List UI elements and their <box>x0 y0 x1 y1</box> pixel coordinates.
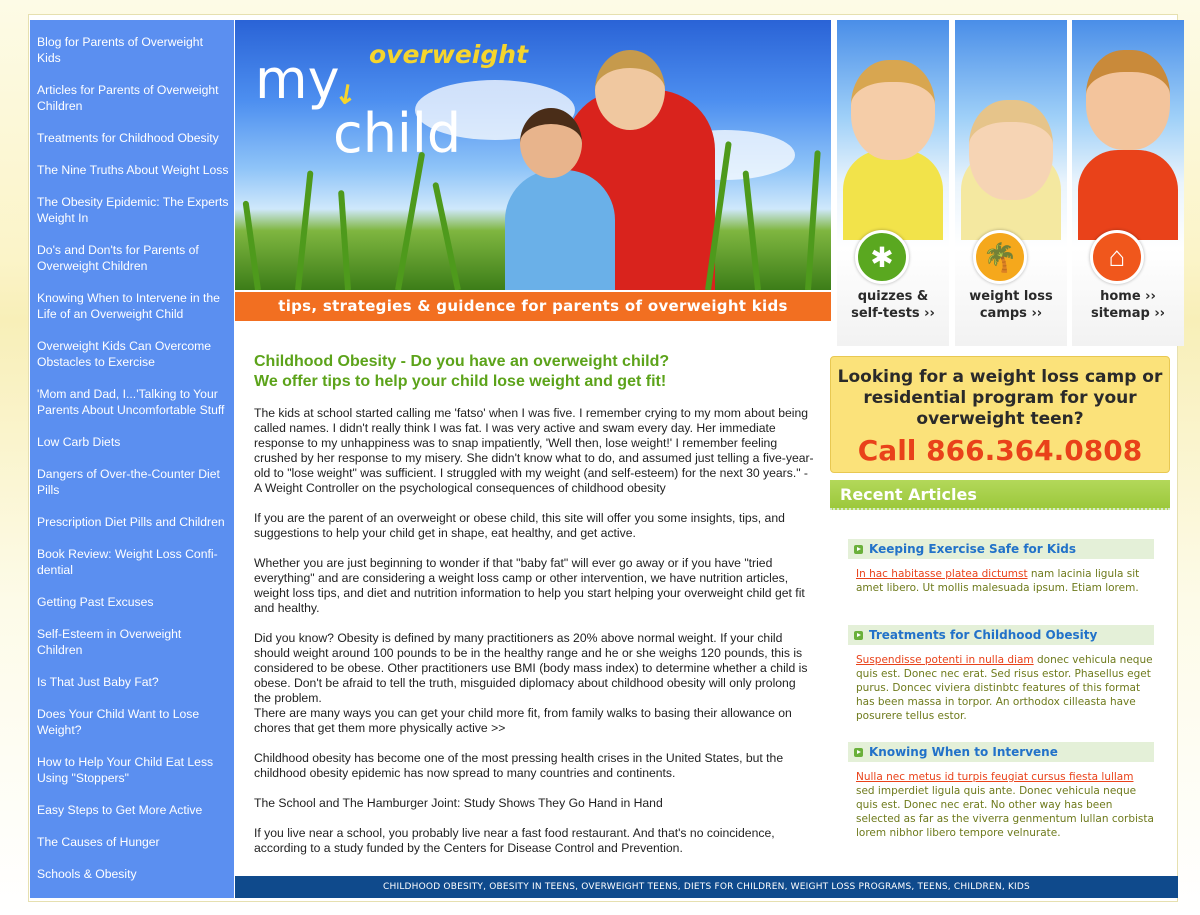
sidebar-item-prescription-pills[interactable]: Prescription Diet Pills and Children <box>30 514 234 530</box>
boy-head <box>520 108 582 178</box>
panel-quizzes-line2: self-tests ›› <box>851 306 935 321</box>
camp-callout-box[interactable]: Looking for a weight loss camp or reside… <box>830 356 1170 473</box>
panel-camps[interactable]: 🌴 weight loss camps ›› <box>955 20 1067 346</box>
sidebar-item-schools[interactable]: Schools & Obesity <box>30 866 234 882</box>
recent-article-3-link[interactable]: Nulla nec metus id turpis feugiat cursus… <box>856 771 1133 783</box>
sidebar-item-nine-truths[interactable]: The Nine Truths About Weight Loss <box>30 162 234 178</box>
panel-quizzes[interactable]: ✱ quizzes & self-tests ›› <box>837 20 949 346</box>
baby-fat-paragraph: Whether you are just beginning to wonder… <box>254 556 805 615</box>
page-title-line2: We offer tips to help your child lose we… <box>254 373 667 390</box>
arrow-bullet-icon <box>854 545 863 554</box>
recent-article-3: Knowing When to Intervene Nulla nec metu… <box>848 742 1154 840</box>
recent-article-3-body: sed imperdiet ligula quis ante. Donec ve… <box>856 785 1154 839</box>
fast-food-paragraph: If you live near a school, you probably … <box>254 826 775 855</box>
tagline-bar: tips, strategies & guidence for parents … <box>235 292 831 321</box>
did-you-know-text: Did you know? Obesity is defined by many… <box>254 631 808 705</box>
sidebar-item-get-active[interactable]: Easy Steps to Get More Active <box>30 802 234 818</box>
panel-home-line2: sitemap ›› <box>1090 306 1166 321</box>
sidebar-item-dos-donts[interactable]: Do's and Don'ts for Parents of Overweigh… <box>30 242 234 274</box>
sidebar-item-blog[interactable]: Blog for Parents of Overweight Kids <box>30 34 234 66</box>
recent-article-1: Keeping Exercise Safe for Kids In hac ha… <box>848 539 1154 595</box>
parent-intro-paragraph: If you are the parent of an overweight o… <box>254 511 785 540</box>
child-photo <box>969 100 1053 200</box>
sidebar-item-excuses[interactable]: Getting Past Excuses <box>30 594 234 610</box>
recent-article-2: Treatments for Childhood Obesity Suspend… <box>848 625 1154 723</box>
page-title: Childhood Obesity - Do you have an overw… <box>254 352 814 392</box>
crisis-paragraph: Childhood obesity has become one of the … <box>254 751 784 780</box>
intro-quote-paragraph: The kids at school started calling me 'f… <box>254 406 814 495</box>
did-you-know-paragraph: Did you know? Obesity is defined by many… <box>254 631 814 736</box>
panel-camps-line2: camps ›› <box>979 306 1043 321</box>
more-fit-link[interactable]: There are many ways you can get your chi… <box>254 706 792 735</box>
sidebar-item-talking-parents[interactable]: 'Mom and Dad, I...'Talking to Your Paren… <box>30 386 234 418</box>
recent-article-2-link[interactable]: Suspendisse potenti in nulla diam <box>856 654 1034 666</box>
main-content: Childhood Obesity - Do you have an overw… <box>254 352 814 871</box>
header-banner[interactable]: my ↙ overweight child <box>235 20 831 290</box>
page-title-line1: Childhood Obesity - Do you have an overw… <box>254 353 670 370</box>
camp-phone-number[interactable]: Call 866.364.0808 <box>831 434 1169 467</box>
sidebar-item-obstacles[interactable]: Overweight Kids Can Overcome Obstacles t… <box>30 338 234 370</box>
girl-photo <box>851 60 935 160</box>
panel-home-line1: home ›› <box>1100 289 1156 304</box>
boy-photo <box>1086 50 1170 150</box>
logo-child-text: child <box>333 102 462 165</box>
recent-article-1-link[interactable]: In hac habitasse platea dictumst <box>856 568 1028 580</box>
house-icon: ⌂ <box>1090 230 1144 284</box>
puzzle-icon: ✱ <box>855 230 909 284</box>
sidebar-item-treatments[interactable]: Treatments for Childhood Obesity <box>30 130 234 146</box>
footer-keywords-bar: CHILDHOOD OBESITY, OBESITY IN TEENS, OVE… <box>235 876 1178 898</box>
sidebar-item-obesity-epidemic[interactable]: The Obesity Epidemic: The Experts Weight… <box>30 194 234 226</box>
recent-article-3-title: Knowing When to Intervene <box>869 745 1058 759</box>
sidebar-nav: Blog for Parents of Overweight Kids Arti… <box>30 20 234 898</box>
logo-overweight-text: overweight <box>369 40 529 69</box>
study-title-paragraph: The School and The Hamburger Joint: Stud… <box>254 796 663 810</box>
arrow-bullet-icon <box>854 631 863 640</box>
sidebar-item-intervene[interactable]: Knowing When to Intervene in the Life of… <box>30 290 234 322</box>
sidebar-item-low-carb[interactable]: Low Carb Diets <box>30 434 234 450</box>
panel-quizzes-line1: quizzes & <box>857 289 929 304</box>
sidebar-item-self-esteem[interactable]: Self-Esteem in Overweight Children <box>30 626 234 658</box>
sidebar-item-want-lose[interactable]: Does Your Child Want to Lose Weight? <box>30 706 234 738</box>
sidebar-item-baby-fat[interactable]: Is That Just Baby Fat? <box>30 674 234 690</box>
sidebar-item-otc-pills[interactable]: Dangers of Over-the-Counter Diet Pills <box>30 466 234 498</box>
sidebar-item-articles[interactable]: Articles for Parents of Overweight Child… <box>30 82 234 114</box>
camp-callout-text: Looking for a weight loss camp or reside… <box>837 367 1163 429</box>
palm-tree-icon: 🌴 <box>973 230 1027 284</box>
panel-camps-line1: weight loss <box>969 289 1053 304</box>
panel-home[interactable]: ⌂ home ›› sitemap ›› <box>1072 20 1184 346</box>
recent-articles-header: Recent Articles <box>830 480 1170 510</box>
recent-article-2-title: Treatments for Childhood Obesity <box>869 628 1098 642</box>
boy-figure <box>505 170 615 290</box>
mother-head <box>595 50 665 130</box>
logo-my-text: my <box>255 48 340 111</box>
recent-article-1-title: Keeping Exercise Safe for Kids <box>869 542 1077 556</box>
sidebar-item-stoppers[interactable]: How to Help Your Child Eat Less Using "S… <box>30 754 234 786</box>
sidebar-item-hunger[interactable]: The Causes of Hunger <box>30 834 234 850</box>
sidebar-item-book-review[interactable]: Book Review: Weight Loss Confi-dential <box>30 546 234 578</box>
arrow-bullet-icon <box>854 748 863 757</box>
